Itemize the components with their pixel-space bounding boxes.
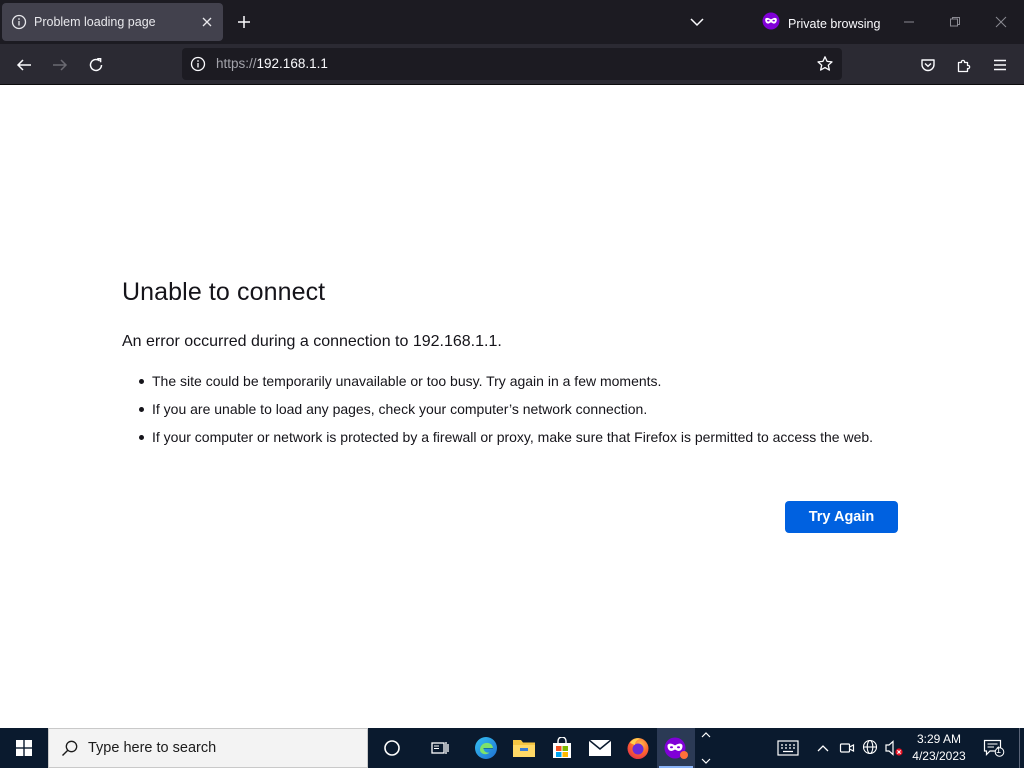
error-title: Unable to connect bbox=[122, 278, 326, 306]
start-button[interactable] bbox=[0, 728, 48, 768]
reload-icon bbox=[89, 58, 103, 72]
plus-icon bbox=[238, 16, 250, 28]
close-icon bbox=[995, 16, 1007, 28]
app-menu-button[interactable] bbox=[987, 52, 1013, 78]
taskbar-search-box[interactable]: Type here to search bbox=[48, 728, 368, 768]
navigation-toolbar: https://192.168.1.1 bbox=[0, 44, 1024, 85]
url-host: 192.168.1.1 bbox=[256, 56, 328, 71]
pocket-button[interactable] bbox=[915, 52, 941, 78]
tab-title: Problem loading page bbox=[34, 15, 156, 29]
notification-count: 1 bbox=[995, 745, 1001, 755]
meet-now-button[interactable] bbox=[837, 738, 857, 758]
taskbar: Type here to search 3:29 AM 4/23/2023 1 bbox=[0, 728, 1024, 768]
minimize-icon bbox=[904, 21, 914, 23]
volume-button[interactable] bbox=[884, 738, 904, 758]
search-placeholder: Type here to search bbox=[88, 740, 217, 756]
clock-time: 3:29 AM bbox=[916, 732, 962, 746]
tab-strip: Problem loading page Private browsing bbox=[0, 0, 1024, 44]
error-page: Unable to connect An error occurred duri… bbox=[0, 85, 1024, 728]
cortana-button[interactable] bbox=[373, 728, 411, 768]
edge-icon bbox=[475, 737, 497, 759]
tab-close-icon[interactable] bbox=[196, 11, 218, 33]
store-icon bbox=[553, 737, 571, 758]
taskbar-clock[interactable]: 3:29 AM 4/23/2023 bbox=[906, 731, 972, 765]
extensions-button[interactable] bbox=[951, 52, 977, 78]
minimize-button[interactable] bbox=[886, 0, 932, 44]
tab-problem-loading[interactable]: Problem loading page bbox=[2, 3, 223, 41]
firefox-private-taskbar-button[interactable] bbox=[657, 728, 695, 768]
keyboard-icon bbox=[777, 740, 799, 756]
speaker-muted-icon bbox=[885, 740, 903, 756]
new-tab-button[interactable] bbox=[233, 11, 255, 33]
chevron-up-icon[interactable] bbox=[701, 731, 711, 738]
show-desktop-button[interactable] bbox=[1019, 728, 1020, 768]
url-text[interactable]: https://192.168.1.1 bbox=[216, 56, 328, 71]
private-browsing-label: Private browsing bbox=[788, 16, 881, 31]
windows-logo-icon bbox=[16, 740, 32, 756]
restore-button[interactable] bbox=[932, 0, 978, 44]
bookmark-star-icon[interactable] bbox=[816, 55, 834, 73]
network-button[interactable] bbox=[861, 738, 881, 758]
private-mask-icon bbox=[762, 12, 780, 35]
firefox-icon bbox=[627, 738, 649, 759]
firefox-private-icon bbox=[664, 737, 688, 759]
cortana-icon bbox=[384, 740, 400, 756]
globe-network-icon bbox=[862, 739, 878, 755]
forward-button[interactable] bbox=[47, 52, 73, 78]
site-info-icon[interactable] bbox=[190, 56, 206, 72]
touch-keyboard-button[interactable] bbox=[776, 738, 800, 758]
camera-icon bbox=[839, 743, 855, 753]
list-item: If your computer or network is protected… bbox=[139, 427, 900, 447]
firefox-taskbar-button[interactable] bbox=[619, 728, 657, 768]
back-button[interactable] bbox=[11, 52, 37, 78]
search-icon bbox=[62, 740, 78, 756]
error-suggestions: The site could be temporarily unavailabl… bbox=[139, 371, 900, 455]
store-taskbar-button[interactable] bbox=[543, 728, 581, 768]
puzzle-piece-icon bbox=[957, 59, 971, 73]
clock-date: 4/23/2023 bbox=[912, 749, 966, 763]
file-explorer-taskbar-button[interactable] bbox=[505, 728, 543, 768]
url-bar[interactable]: https://192.168.1.1 bbox=[182, 48, 842, 80]
forward-arrow-icon bbox=[53, 59, 68, 71]
chevron-down-icon bbox=[690, 18, 704, 27]
chevron-up-icon bbox=[817, 745, 829, 752]
try-again-button[interactable]: Try Again bbox=[785, 501, 898, 533]
mail-taskbar-button[interactable] bbox=[581, 728, 619, 768]
pocket-icon bbox=[921, 59, 935, 72]
taskbar-scroll[interactable] bbox=[698, 728, 714, 768]
list-item: If you are unable to load any pages, che… bbox=[139, 399, 900, 419]
edge-taskbar-button[interactable] bbox=[467, 728, 505, 768]
restore-icon bbox=[950, 17, 960, 27]
chevron-down-icon[interactable] bbox=[701, 758, 711, 765]
show-hidden-icons-button[interactable] bbox=[813, 738, 833, 758]
action-center-button[interactable]: 1 bbox=[982, 738, 1006, 758]
private-browsing-indicator: Private browsing bbox=[762, 12, 880, 35]
close-window-button[interactable] bbox=[978, 0, 1024, 44]
mail-icon bbox=[588, 739, 612, 756]
list-all-tabs-button[interactable] bbox=[686, 11, 708, 33]
reload-button[interactable] bbox=[83, 52, 109, 78]
url-scheme: https:// bbox=[216, 56, 257, 71]
task-view-button[interactable] bbox=[421, 728, 459, 768]
error-description: An error occurred during a connection to… bbox=[122, 333, 502, 350]
info-icon bbox=[11, 14, 27, 30]
back-arrow-icon bbox=[16, 59, 31, 71]
hamburger-menu-icon bbox=[994, 59, 1006, 71]
list-item: The site could be temporarily unavailabl… bbox=[139, 371, 900, 391]
file-explorer-icon bbox=[513, 740, 535, 757]
task-view-icon bbox=[431, 742, 449, 754]
